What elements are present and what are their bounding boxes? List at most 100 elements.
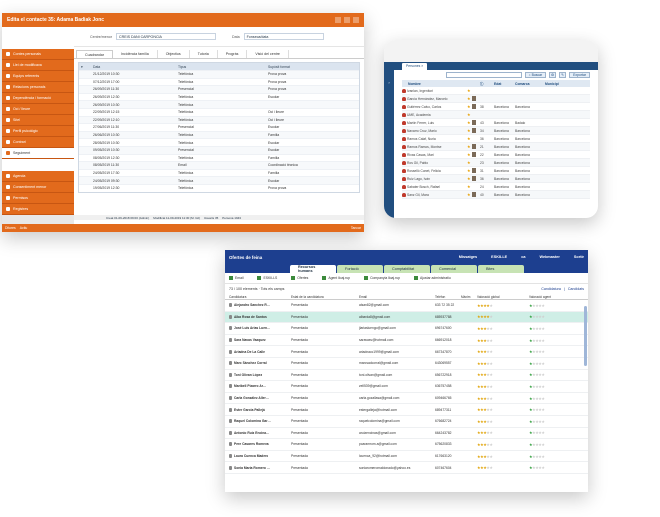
tab-persones[interactable]: Persones ×: [402, 62, 428, 70]
person-name[interactable]: Sabater Bosch, Rafael: [407, 185, 467, 189]
tab-item[interactable]: Tutoria: [190, 50, 218, 58]
list-item[interactable]: Rivas Casas, Mari ★ 22 Barcelona Barcelona: [402, 151, 590, 159]
tab-item[interactable]: Bites: [478, 265, 524, 273]
rating-stars[interactable]: ★★★★★: [529, 384, 588, 389]
candidate-name[interactable]: Pere Casares Romeva: [229, 442, 291, 447]
table-row[interactable]: Ester Garcia Pallejá Presentada estergalle…: [225, 404, 588, 416]
filter-checkbox[interactable]: Ofertes: [291, 276, 308, 280]
table-row[interactable]: Alejandro Sanchez R… Presentada alsan82@gm…: [225, 300, 588, 312]
column-header[interactable]: Candidatura: [229, 295, 291, 299]
rating-stars[interactable]: ★★★★★: [529, 326, 588, 331]
gear-icon[interactable]: ⚙: [549, 71, 557, 78]
tab-item[interactable]: Comercial: [431, 265, 477, 273]
tab-item[interactable]: Recursos humans: [290, 265, 336, 273]
star-icon[interactable]: ★: [467, 184, 472, 189]
rating-stars[interactable]: ★★★★★: [529, 361, 588, 366]
list-item[interactable]: García Hernández, Marcelo ★: [402, 95, 590, 103]
list-item[interactable]: Ramos Ramos, Montse ★ 21 Barcelona Barcelona: [402, 143, 590, 151]
candidate-email[interactable]: zell539@gmail.com: [359, 384, 435, 388]
sidebar-item[interactable]: Sitel: [2, 115, 74, 126]
table-row[interactable]: 22/09/2019 12:15 Telefònica Oci i lleure: [79, 107, 359, 116]
table-row[interactable]: Ariadna De La Calle Presentada ariadnacc19…: [225, 346, 588, 358]
sidebar-item[interactable]: Equips referents: [2, 71, 74, 82]
person-name[interactable]: Sanz Gil, Mara: [407, 193, 467, 197]
col-age[interactable]: Edat: [494, 82, 515, 86]
candidate-name[interactable]: José Luis Arias Luen…: [229, 326, 291, 331]
rating-stars[interactable]: ★★★★★: [477, 465, 529, 470]
taskbar-mid[interactable]: Actiu: [20, 226, 28, 230]
candidate-email[interactable]: carla.gozallasa@gmail.com: [359, 396, 435, 400]
column-header[interactable]: Màxim: [461, 295, 477, 299]
sidebar-item[interactable]: Permisos: [2, 193, 74, 204]
view-candidats[interactable]: Candidats: [568, 287, 584, 291]
person-name[interactable]: Navarro Cruz, Mario: [407, 129, 467, 133]
nav-link[interactable]: Sortir: [574, 255, 584, 259]
rating-stars[interactable]: ★★★★★: [477, 419, 529, 424]
candidate-email[interactable]: toni.olivan@gmail.com: [359, 373, 435, 377]
sidebar-item[interactable]: Oci / lleure: [2, 104, 74, 115]
candidate-name[interactable]: Ester Garcia Pallejá: [229, 407, 291, 412]
rating-stars[interactable]: ★★★★★: [477, 384, 529, 389]
table-row[interactable]: 27/06/2019 11:30 Presencial Escolar: [79, 123, 359, 131]
table-row[interactable]: 09/05/2019 10:30 Presencial Escolar: [79, 145, 359, 154]
table-row[interactable]: 26/06/2019 10:30 Telefònica Família: [79, 130, 359, 139]
table-row[interactable]: Sonia Maria Romero … Presentada soniaromer…: [225, 462, 588, 474]
sidebar-item[interactable]: Seguiment: [2, 148, 74, 159]
table-row[interactable]: 26/09/2019 11:30 Presencial Prova prova: [79, 85, 359, 93]
column-header[interactable]: Valoració agent: [529, 295, 588, 299]
sidebar-item[interactable]: Relacions personals: [2, 82, 74, 93]
candidate-name[interactable]: Alba Rosa de Santos: [229, 314, 291, 319]
scrollbar[interactable]: [584, 306, 587, 366]
rating-stars[interactable]: ★★★★★: [529, 396, 588, 401]
edit-icon[interactable]: ✎: [559, 71, 567, 78]
col-topic[interactable]: Supòsit format: [266, 65, 359, 69]
candidate-name[interactable]: Toni Olivan López: [229, 372, 291, 377]
candidate-email[interactable]: pcaramrom.a@gmail.com: [359, 442, 435, 446]
table-row[interactable]: 24/05/2019 09:30 Telefònica Escolar: [79, 176, 359, 184]
star-icon[interactable]: ★: [467, 88, 472, 93]
list-item[interactable]: Ros Gil, Pablo ★ 23 Barcelona Barcelona: [402, 159, 590, 167]
search-button[interactable]: ⌕ Buscar: [524, 71, 547, 78]
rating-stars[interactable]: ★★★★★: [477, 372, 529, 377]
candidate-email[interactable]: lcuenca_92@hotmail.com: [359, 454, 435, 458]
sidebar-item[interactable]: Contrari: [2, 137, 74, 148]
table-row[interactable]: Carla González Aller… Presentada carla.goz…: [225, 393, 588, 405]
col-town[interactable]: Municipi: [545, 82, 590, 86]
table-row[interactable]: Toni Olivan López Presentada toni.olivan@g…: [225, 370, 588, 382]
rating-stars[interactable]: ★★★★★: [477, 407, 529, 412]
candidate-email[interactable]: estergalleja@hotmail.com: [359, 408, 435, 412]
candidate-email[interactable]: alsan82@gmail.com: [359, 303, 435, 307]
list-item[interactable]: UME, Academia ★: [402, 111, 590, 119]
rating-stars[interactable]: ★★★★★: [477, 361, 529, 366]
filter-checkbox[interactable]: Agent lloaj.rup: [322, 276, 350, 280]
column-header[interactable]: Valoració global: [477, 295, 529, 299]
star-icon[interactable]: ★: [467, 160, 472, 165]
nav-link[interactable]: ca: [521, 255, 525, 259]
person-name[interactable]: Ramos Ramos, Montse: [407, 145, 467, 149]
rating-stars[interactable]: ★★★★★: [477, 442, 529, 447]
tab-item[interactable]: Fortació: [337, 265, 383, 273]
minimize-icon[interactable]: [335, 17, 341, 23]
table-row[interactable]: José Luis Arias Luen… Presentada jlariaslu…: [225, 323, 588, 335]
candidate-name[interactable]: Ariadna De La Calle: [229, 349, 291, 354]
list-item[interactable]: Sabater Bosch, Rafael ★ 24 Barcelona Barcelo…: [402, 183, 590, 191]
close-icon[interactable]: [353, 17, 359, 23]
column-header[interactable]: Telèfon: [435, 295, 461, 299]
filter-checkbox[interactable]: Companyia lloaj.rup: [364, 276, 400, 280]
table-row[interactable]: 19/05/2019 12:30 Telefònica Prova prova: [79, 183, 359, 192]
table-row[interactable]: Sara Navas Vazquez Presentada saravasv@hot…: [225, 335, 588, 347]
table-row[interactable]: Marc Sánchez Corral Presentada marcsadcorr…: [225, 358, 588, 370]
table-row[interactable]: Laura Cuenca Madero Presentada lcuenca_92@…: [225, 451, 588, 463]
rating-stars[interactable]: ★★★★★: [529, 407, 588, 412]
nav-link[interactable]: Webmaster: [539, 255, 559, 259]
rating-stars[interactable]: ★★★★★: [529, 419, 588, 424]
filter-checkbox[interactable]: Ajustar administratiu: [414, 276, 451, 280]
candidate-email[interactable]: ariadnacc1999@gmail.com: [359, 350, 435, 354]
list-item[interactable]: Sanz Gil, Mara ★ 40 Barcelona Barcelona: [402, 191, 590, 199]
table-row[interactable]: 28/05/2019 10:30 Telefònica Escolar: [79, 138, 359, 146]
table-row[interactable]: Antonio Ruiz Encina… Presentada aruizencin…: [225, 428, 588, 440]
star-icon[interactable]: ★: [467, 112, 472, 117]
candidate-name[interactable]: Laura Cuenca Madero: [229, 454, 291, 459]
rating-stars[interactable]: ★★★★★: [477, 349, 529, 354]
candidate-email[interactable]: saravasv@hotmail.com: [359, 338, 435, 342]
